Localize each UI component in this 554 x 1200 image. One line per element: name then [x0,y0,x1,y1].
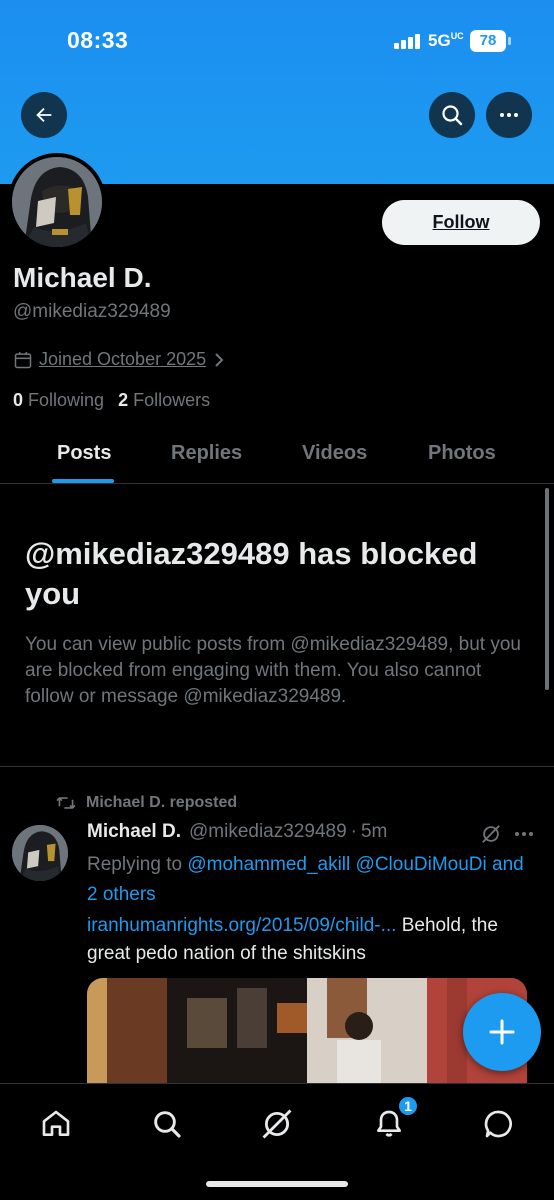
signal-icon [394,33,420,49]
hooded-figure-avatar-image [12,157,102,247]
post-time: 5m [360,821,388,842]
divider [0,766,554,767]
nav-grok[interactable] [257,1104,297,1144]
post-author-name[interactable]: Michael D. [87,821,181,843]
battery-icon: 78 [470,30,506,52]
post-author-handle[interactable]: @mikediaz329489 [189,821,347,843]
repost-indicator: Michael D. reposted [56,794,237,812]
network-indicator: 5GUC [428,31,464,50]
post-photo [87,978,527,1083]
post-separator: · [350,821,357,842]
chevron-right-icon [212,351,226,369]
grok-icon [262,1109,292,1139]
search-icon [442,105,463,126]
battery-tip [508,37,511,45]
post-link[interactable]: iranhumanrights.org/2015/09/child-... [87,915,396,936]
search-icon [154,1111,181,1138]
post-body: iranhumanrights.org/2015/09/child-... Be… [87,912,542,968]
profile-handle: @mikediaz329489 [13,301,171,322]
compose-post-button[interactable] [463,993,541,1071]
back-button[interactable] [21,92,67,138]
followers-stat[interactable]: 2 Followers [118,390,210,411]
calendar-icon [14,351,32,368]
notifications-badge: 1 [397,1095,419,1117]
post-media-image[interactable] [87,978,527,1083]
post-more-icon[interactable] [512,824,536,849]
post-header: Michael D. @mikediaz329489 · 5m [87,821,387,843]
blocked-title: @mikediaz329489 has blocked you [25,536,478,611]
home-indicator [206,1181,348,1187]
post-author-avatar[interactable] [12,825,68,881]
status-time: 08:33 [67,27,129,53]
hooded-figure-avatar-image [12,825,68,881]
follow-stats: 0 Following 2 Followers [13,390,210,411]
profile-avatar[interactable] [8,153,106,251]
repost-icon [56,797,76,809]
tab-videos[interactable]: Videos [302,442,367,465]
reply-user-link-2[interactable]: @ClouDiMouDi [356,854,487,875]
more-horizontal-icon [500,113,518,117]
arrow-left-icon [36,107,52,123]
profile-name: Michael D. [13,262,152,293]
joined-date[interactable]: Joined October 2025 [13,349,226,370]
messages-icon [484,1110,512,1138]
replying-to: Replying to @mohammed_akill @ClouDiMouDi… [87,854,524,905]
status-bar: 08:33 5GUC 78 [0,0,554,84]
scrollbar[interactable] [545,488,549,690]
active-tab-indicator [52,479,114,483]
more-options-button[interactable] [486,92,532,138]
tab-photos[interactable]: Photos [428,442,496,465]
plus-icon [489,1019,515,1045]
reply-user-link-1[interactable]: @mohammed_akill [187,854,350,875]
joined-text: Joined October 2025 [39,349,207,369]
search-button[interactable] [429,92,475,138]
nav-messages[interactable] [479,1104,519,1144]
grok-icon[interactable] [480,823,502,850]
tab-posts[interactable]: Posts [57,442,111,465]
following-stat[interactable]: 0 Following [13,390,104,411]
follow-button[interactable]: Follow [382,200,540,245]
home-icon [42,1110,70,1136]
profile-tabs: Posts Replies Videos Photos [0,426,554,484]
blocked-description: You can view public posts from @mikediaz… [25,634,521,707]
nav-search[interactable] [147,1104,187,1144]
tab-replies[interactable]: Replies [171,442,242,465]
nav-home[interactable] [36,1104,76,1144]
